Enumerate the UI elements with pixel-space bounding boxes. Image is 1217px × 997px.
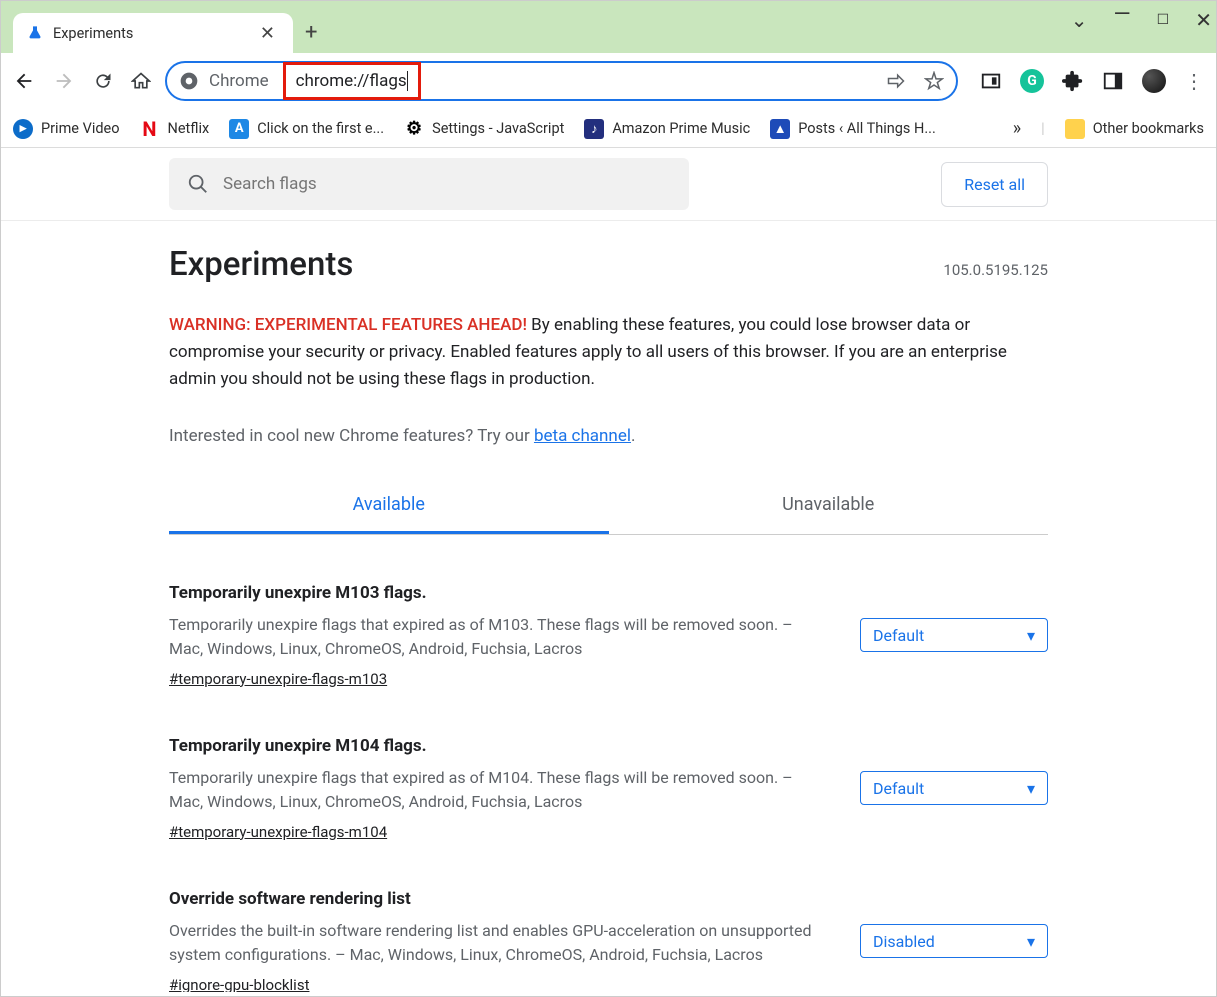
window-minimize-icon[interactable]: —: [1113, 2, 1130, 27]
warning-prefix: WARNING: EXPERIMENTAL FEATURES AHEAD!: [169, 315, 527, 335]
bookmarks-bar: ▸Prime Video NNetflix AClick on the firs…: [1, 110, 1216, 148]
bookmark-label: Posts ‹ All Things H...: [798, 120, 936, 137]
beta-channel-line: Interested in cool new Chrome features? …: [169, 426, 1048, 446]
window-close-icon[interactable]: ✕: [1195, 8, 1212, 32]
chevron-down-icon: ▾: [1027, 932, 1035, 951]
beta-channel-link[interactable]: beta channel: [534, 426, 631, 446]
flask-icon: [27, 25, 43, 41]
search-flags-box[interactable]: [169, 158, 689, 210]
bookmark-label: Prime Video: [41, 120, 119, 137]
bookmark-label: Settings - JavaScript: [432, 120, 564, 137]
bookmark-label: Amazon Prime Music: [612, 120, 750, 137]
browser-tab-active[interactable]: Experiments ✕: [13, 13, 293, 53]
bookmark-posts[interactable]: ▲Posts ‹ All Things H...: [770, 119, 936, 139]
bookmark-star-icon[interactable]: [924, 71, 944, 91]
home-button[interactable]: [131, 71, 151, 91]
new-tab-button[interactable]: +: [305, 20, 317, 45]
reload-button[interactable]: [93, 71, 113, 91]
forward-button[interactable]: [53, 70, 75, 92]
share-icon[interactable]: [886, 71, 906, 91]
menu-icon[interactable]: ⋮: [1184, 69, 1204, 93]
flag-title: Temporarily unexpire M103 flags.: [169, 583, 830, 603]
url-text: chrome://flags: [296, 71, 407, 91]
flag-title: Override software rendering list: [169, 889, 830, 909]
tab-unavailable[interactable]: Unavailable: [609, 478, 1049, 534]
flag-item: Override software rendering list Overrid…: [169, 889, 1048, 992]
flag-description: Temporarily unexpire flags that expired …: [169, 613, 830, 661]
search-icon: [187, 173, 209, 195]
page-heading-row: Experiments 105.0.5195.125: [169, 245, 1048, 284]
flag-text: Override software rendering list Overrid…: [169, 889, 830, 992]
flag-description: Overrides the built-in software renderin…: [169, 919, 830, 967]
search-input[interactable]: [223, 174, 671, 194]
text-cursor: [407, 71, 408, 91]
bookmark-click-first[interactable]: AClick on the first e...: [229, 119, 384, 139]
separator: |: [1041, 120, 1045, 137]
chevron-down-icon: ▾: [1027, 626, 1035, 645]
flag-description: Temporarily unexpire flags that expired …: [169, 766, 830, 814]
browser-tabstrip: Experiments ✕ + ⌄ — ☐ ✕: [1, 1, 1216, 53]
grammarly-extension-icon[interactable]: G: [1020, 69, 1044, 93]
bookmarks-overflow-icon[interactable]: »: [1013, 118, 1021, 139]
tab-close-icon[interactable]: ✕: [256, 23, 279, 44]
flag-anchor-link[interactable]: #ignore-gpu-blocklist: [169, 976, 309, 992]
flag-tabs: Available Unavailable: [169, 478, 1048, 535]
warning-text: WARNING: EXPERIMENTAL FEATURES AHEAD! By…: [169, 312, 1048, 394]
window-controls: ⌄ — ☐ ✕: [1071, 7, 1212, 32]
tab-search-icon[interactable]: ⌄: [1071, 8, 1088, 32]
extensions-icon[interactable]: [1062, 70, 1084, 92]
flag-state-dropdown[interactable]: Disabled▾: [860, 924, 1048, 958]
flag-item: Temporarily unexpire M104 flags. Tempora…: [169, 736, 1048, 841]
search-row: Reset all: [1, 148, 1216, 221]
other-bookmarks-button[interactable]: Other bookmarks: [1065, 119, 1204, 139]
flag-title: Temporarily unexpire M104 flags.: [169, 736, 830, 756]
tab-available[interactable]: Available: [169, 478, 609, 534]
flag-anchor-link[interactable]: #temporary-unexpire-flags-m104: [169, 823, 387, 841]
flag-state-dropdown[interactable]: Default▾: [860, 771, 1048, 805]
side-panel-icon[interactable]: [1102, 70, 1124, 92]
version-label: 105.0.5195.125: [943, 261, 1048, 279]
bookmark-amazon-music[interactable]: ♪Amazon Prime Music: [584, 119, 750, 139]
bookmark-prime-video[interactable]: ▸Prime Video: [13, 119, 119, 139]
flag-item: Temporarily unexpire M103 flags. Tempora…: [169, 583, 1048, 688]
flag-state-dropdown[interactable]: Default▾: [860, 618, 1048, 652]
flag-text: Temporarily unexpire M104 flags. Tempora…: [169, 736, 830, 841]
flag-text: Temporarily unexpire M103 flags. Tempora…: [169, 583, 830, 688]
back-button[interactable]: [13, 70, 35, 92]
window-maximize-icon[interactable]: ☐: [1157, 12, 1170, 28]
reset-all-button[interactable]: Reset all: [941, 162, 1048, 207]
bookmark-label: Other bookmarks: [1093, 120, 1204, 137]
flag-anchor-link[interactable]: #temporary-unexpire-flags-m103: [169, 670, 387, 688]
chevron-down-icon: ▾: [1027, 779, 1035, 798]
chrome-icon: [179, 71, 199, 91]
page-content: Reset all Experiments 105.0.5195.125 WAR…: [1, 148, 1216, 992]
profile-avatar[interactable]: [1142, 69, 1166, 93]
omnibox[interactable]: Chrome chrome://flags: [165, 61, 958, 101]
bookmark-netflix[interactable]: NNetflix: [139, 119, 209, 139]
bookmark-label: Netflix: [167, 120, 209, 137]
bookmark-settings-js[interactable]: ⚙Settings - JavaScript: [404, 119, 564, 139]
reader-mode-icon[interactable]: [980, 70, 1002, 92]
address-bar: Chrome chrome://flags G ⋮: [1, 53, 1216, 110]
tab-title: Experiments: [53, 25, 246, 42]
url-highlight-box: chrome://flags: [283, 62, 421, 100]
bookmark-label: Click on the first e...: [257, 120, 384, 137]
chrome-origin-chip: Chrome: [209, 71, 279, 91]
page-title: Experiments: [169, 245, 353, 284]
